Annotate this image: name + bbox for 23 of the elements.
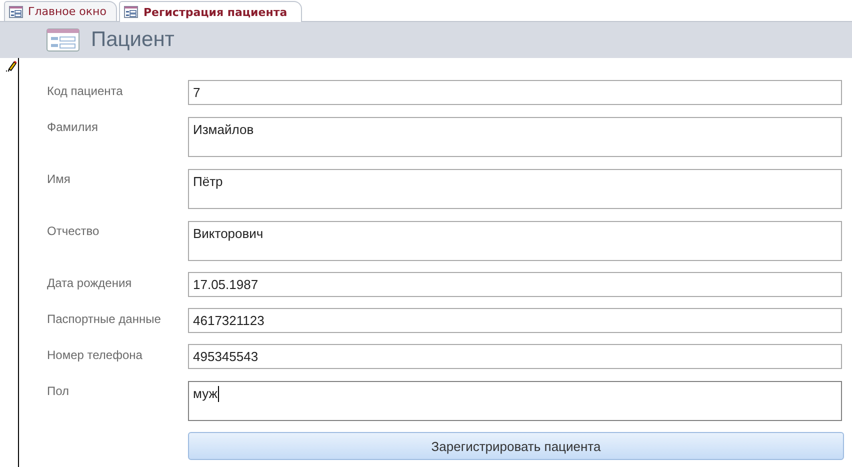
- text-field[interactable]: 7: [188, 80, 842, 105]
- text-field[interactable]: Измайлов: [188, 117, 842, 157]
- field-label: Имя: [47, 171, 72, 188]
- form-icon: [46, 28, 80, 52]
- text-field[interactable]: Пётр: [188, 169, 842, 209]
- field-label: Фамилия: [47, 119, 99, 136]
- text-field[interactable]: 495345543: [188, 344, 842, 369]
- form-icon: [9, 6, 23, 18]
- field-label: Код пациента: [47, 83, 124, 100]
- text-field[interactable]: 4617321123: [188, 308, 842, 333]
- field-label: Пол: [47, 383, 70, 400]
- form-icon: [124, 6, 138, 18]
- register-button[interactable]: Зарегистрировать пациента: [188, 432, 844, 460]
- text-field[interactable]: Викторович: [188, 221, 842, 261]
- tab[interactable]: Регистрация пациента: [119, 1, 302, 22]
- tab[interactable]: Главное окно: [4, 1, 118, 21]
- field-label: Дата рождения: [47, 275, 133, 292]
- field-label: Отчество: [47, 223, 100, 240]
- text-field[interactable]: муж: [188, 381, 842, 421]
- field-label: Номер телефона: [47, 347, 144, 364]
- text-field[interactable]: 17.05.1987: [188, 272, 842, 297]
- field-label: Паспортные данные: [47, 311, 162, 328]
- form-title: Пациент: [91, 28, 174, 52]
